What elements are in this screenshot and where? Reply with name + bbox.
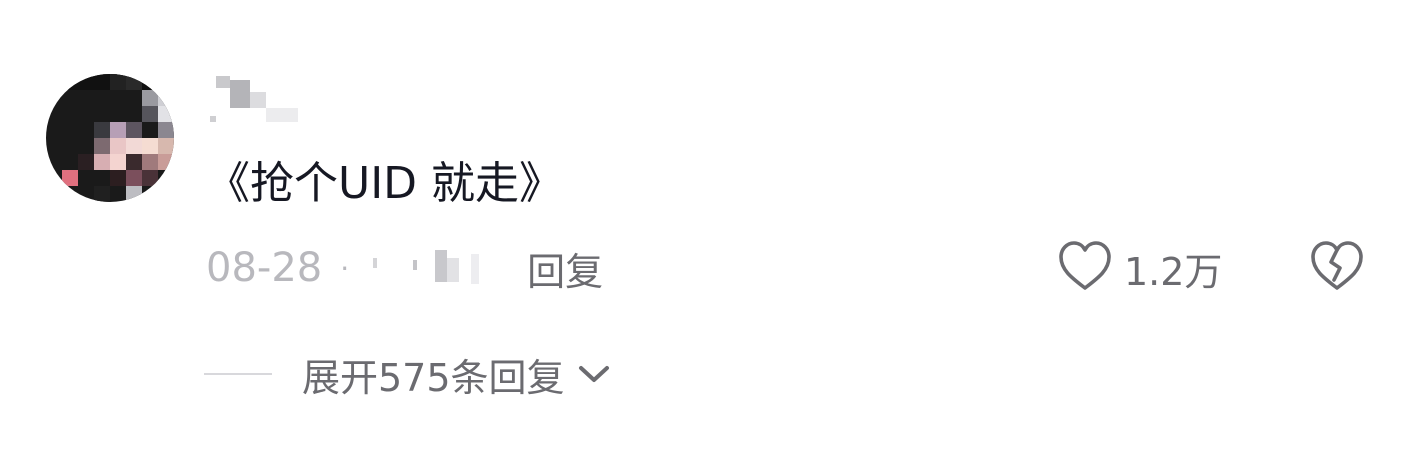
ip-location (363, 244, 503, 292)
like-button[interactable]: 1.2万 (1058, 240, 1222, 296)
expand-replies-row: 展开575条回复 (204, 346, 611, 402)
reply-button[interactable]: 回复 (527, 241, 603, 296)
broken-heart-icon (1310, 240, 1364, 296)
heart-outline-icon (1058, 240, 1112, 296)
chevron-down-icon (577, 363, 611, 385)
comment-text: 《抢个UID 就走》 (206, 158, 564, 209)
expand-replies-button[interactable]: 展开575条回复 (302, 347, 611, 402)
username[interactable] (204, 76, 300, 124)
comment-meta: 08-28 · 回复 (206, 240, 603, 296)
comment-item: 《抢个UID 就走》 08-28 · 回复 1.2万 展开575条回复 (0, 0, 1416, 468)
avatar[interactable] (46, 74, 174, 202)
meta-separator: · (340, 251, 350, 285)
expand-replies-label: 展开575条回复 (302, 355, 565, 400)
dislike-button[interactable] (1310, 240, 1364, 296)
divider-line (204, 373, 272, 375)
like-count: 1.2万 (1124, 249, 1223, 294)
timestamp: 08-28 (206, 245, 323, 291)
